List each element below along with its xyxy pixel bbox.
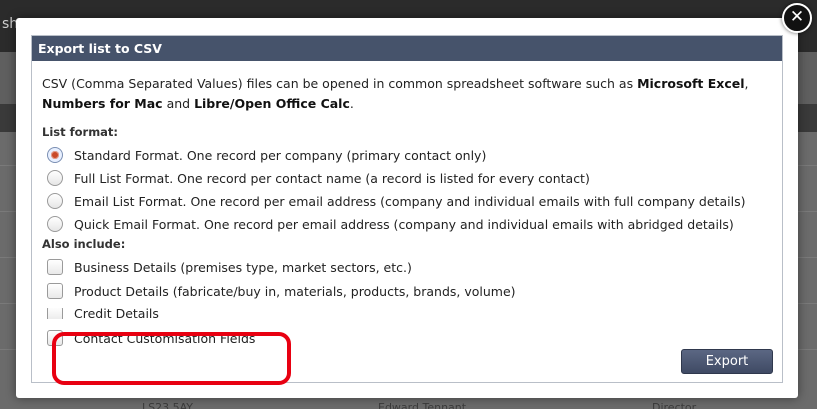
background-cell-role: Director bbox=[652, 401, 697, 409]
list-format-label: List format: bbox=[42, 125, 119, 139]
checkbox-label: Credit Details bbox=[74, 308, 159, 319]
dialog-title: Export list to CSV bbox=[32, 36, 782, 61]
checkbox-icon[interactable] bbox=[47, 259, 63, 275]
radio-full-list-format[interactable]: Full List Format. One record per contact… bbox=[47, 168, 590, 188]
checkbox-label: Product Details (fabricate/buy in, mater… bbox=[74, 283, 516, 299]
radio-label: Full List Format. One record per contact… bbox=[74, 170, 590, 186]
description-text: , bbox=[744, 76, 749, 91]
description-text: and bbox=[162, 96, 195, 111]
description-app-numbers: Numbers for Mac bbox=[42, 96, 163, 111]
export-dialog: Export list to CSV CSV (Comma Separated … bbox=[31, 35, 783, 385]
description-text: CSV (Comma Separated Values) files can b… bbox=[42, 76, 638, 91]
radio-quick-email-format[interactable]: Quick Email Format. One record per email… bbox=[47, 214, 734, 234]
radio-label: Email List Format. One record per email … bbox=[74, 193, 746, 209]
background-cell-postcode: LS23 5AY bbox=[142, 401, 193, 409]
description-app-excel: Microsoft Excel bbox=[637, 76, 745, 91]
close-icon[interactable]: ✕ bbox=[782, 3, 812, 33]
radio-icon[interactable] bbox=[47, 216, 63, 232]
radio-selected-icon[interactable] bbox=[47, 147, 63, 163]
background-cell-name: Edward Tennant bbox=[378, 401, 467, 409]
also-include-label: Also include: bbox=[42, 237, 126, 251]
description-text: . bbox=[349, 96, 354, 111]
red-highlight-annotation bbox=[52, 332, 291, 385]
checkbox-credit-details[interactable]: Credit Details bbox=[47, 308, 159, 319]
checkbox-label: Business Details (premises type, market … bbox=[74, 259, 412, 275]
dialog-description: CSV (Comma Separated Values) files can b… bbox=[42, 74, 776, 114]
checkbox-icon[interactable] bbox=[47, 308, 63, 319]
background-table-row: LS23 5AY Edward Tennant Director bbox=[0, 398, 817, 409]
export-modal: Export list to CSV CSV (Comma Separated … bbox=[16, 18, 798, 398]
checkbox-icon[interactable] bbox=[47, 283, 63, 299]
checkbox-business-details[interactable]: Business Details (premises type, market … bbox=[47, 257, 412, 277]
radio-icon[interactable] bbox=[47, 170, 63, 186]
description-app-libreoffice: Libre/Open Office Calc bbox=[194, 96, 350, 111]
radio-icon[interactable] bbox=[47, 193, 63, 209]
export-button[interactable]: Export bbox=[681, 349, 773, 374]
radio-standard-format[interactable]: Standard Format. One record per company … bbox=[47, 145, 486, 165]
radio-email-list-format[interactable]: Email List Format. One record per email … bbox=[47, 191, 745, 211]
radio-label: Quick Email Format. One record per email… bbox=[74, 216, 734, 232]
checkbox-product-details[interactable]: Product Details (fabricate/buy in, mater… bbox=[47, 281, 516, 301]
radio-label: Standard Format. One record per company … bbox=[74, 147, 487, 163]
